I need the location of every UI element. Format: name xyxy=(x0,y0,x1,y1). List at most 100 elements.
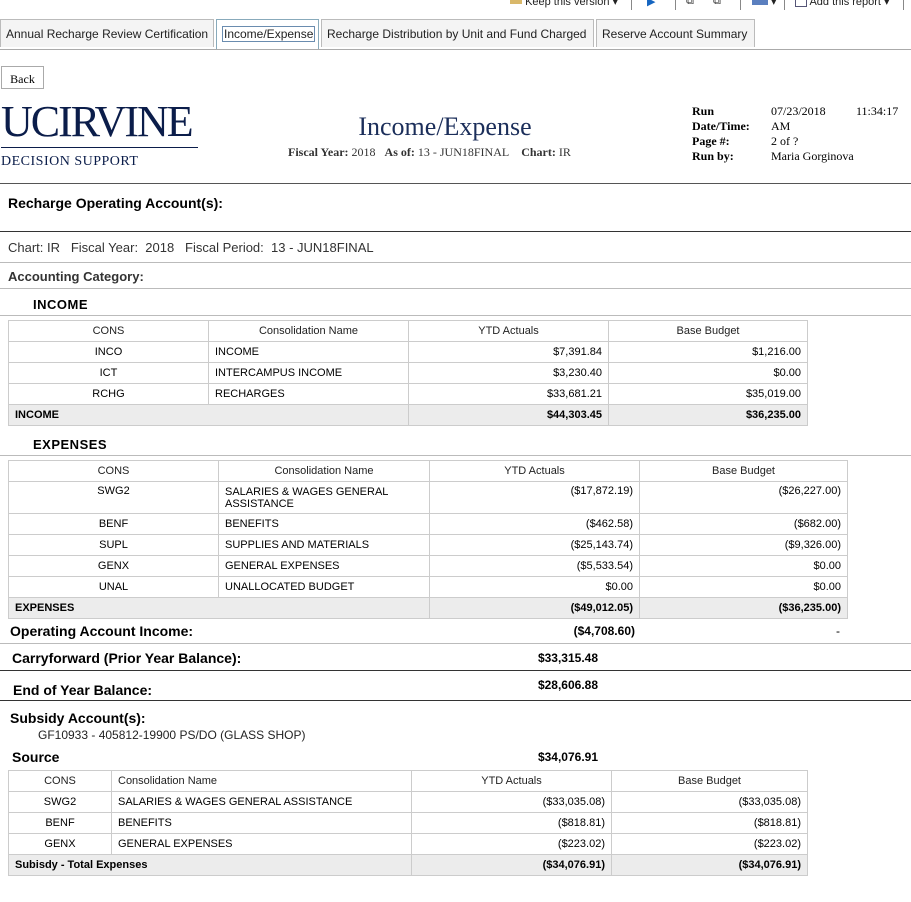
divider xyxy=(0,183,911,184)
total-row: EXPENSES ($49,012.05) ($36,235.00) xyxy=(8,597,848,619)
total-label: Subisdy - Total Expenses xyxy=(8,854,412,876)
tab-label: Annual Recharge Review Certification xyxy=(6,27,209,41)
tab-reserve-summary[interactable]: Reserve Account Summary xyxy=(596,19,755,47)
total-label: INCOME xyxy=(8,404,409,426)
tab-annual-recharge[interactable]: Annual Recharge Review Certification xyxy=(0,19,214,47)
runby-value: Maria Gorginova xyxy=(771,149,854,163)
cell-budget: ($818.81) xyxy=(611,812,808,834)
source-label: Source xyxy=(12,749,60,765)
cell-ytd: ($33,035.08) xyxy=(411,791,612,813)
cell-cons: SWG2 xyxy=(8,481,219,514)
col-cons: CONS xyxy=(8,460,219,482)
paste-icon[interactable]: ⧉ xyxy=(713,0,721,8)
table-row: BENF BENEFITS ($818.81) ($818.81) xyxy=(8,812,808,834)
tab-label: Reserve Account Summary xyxy=(602,27,748,41)
chart-label: Chart: xyxy=(521,145,556,159)
op-income-value: ($4,708.60) xyxy=(573,624,635,638)
cell-budget: ($9,326.00) xyxy=(639,534,848,556)
cell-ytd: ($818.81) xyxy=(411,812,612,834)
col-consolidation-name: Consolidation Name xyxy=(111,770,412,792)
cell-budget: $1,216.00 xyxy=(608,341,808,363)
keep-version-menu[interactable]: Keep this version ▾ xyxy=(510,0,618,8)
section-title: Recharge Operating Account(s): xyxy=(8,195,223,211)
subsidy-table: CONS Consolidation Name YTD Actuals Base… xyxy=(8,770,808,876)
copy-icon[interactable]: ⧉ xyxy=(686,0,694,8)
table-header-row: CONS Consolidation Name YTD Actuals Base… xyxy=(8,320,808,342)
col-consolidation-name: Consolidation Name xyxy=(218,460,430,482)
document-icon xyxy=(795,0,807,7)
run-ampm: AM xyxy=(771,119,791,133)
pencil-icon xyxy=(510,0,522,4)
divider xyxy=(0,455,911,456)
cell-ytd: $3,230.40 xyxy=(408,362,609,384)
back-button[interactable]: Back xyxy=(1,66,44,89)
add-report-menu[interactable]: Add this report ▾ xyxy=(795,0,890,8)
cell-cons: SUPL xyxy=(8,534,219,556)
cell-cons: UNAL xyxy=(8,576,219,598)
total-budget: ($34,076.91) xyxy=(611,854,808,876)
total-ytd: ($49,012.05) xyxy=(429,597,640,619)
divider xyxy=(0,700,911,701)
page-number: 2 of ? xyxy=(771,134,799,148)
cell-budget: ($223.02) xyxy=(611,833,808,855)
cell-ytd: $33,681.21 xyxy=(408,383,609,405)
run-icon[interactable]: ▶ xyxy=(647,0,655,8)
logo-ucirvine: UCIRVINE xyxy=(1,97,194,146)
fy-value: 2018 xyxy=(351,145,376,159)
table-row: SUPL SUPPLIES AND MATERIALS ($25,143.74)… xyxy=(8,534,848,556)
total-row: Subisdy - Total Expenses ($34,076.91) ($… xyxy=(8,854,808,876)
html-format-icon[interactable]: ▾ xyxy=(752,0,777,8)
cell-ytd: ($25,143.74) xyxy=(429,534,640,556)
logo-decision-support: DECISION SUPPORT xyxy=(1,154,139,169)
accounting-category: Accounting Category: xyxy=(8,269,144,284)
income-heading: INCOME xyxy=(33,297,88,312)
cell-name: INCOME xyxy=(208,341,409,363)
asof-label: As of: xyxy=(384,145,415,159)
tab-recharge-distribution[interactable]: Recharge Distribution by Unit and Fund C… xyxy=(321,19,594,47)
cell-budget: $0.00 xyxy=(639,576,848,598)
total-ytd: $44,303.45 xyxy=(408,404,609,426)
cell-budget: $0.00 xyxy=(608,362,808,384)
eoy-label: End of Year Balance: xyxy=(13,682,153,698)
expenses-heading: EXPENSES xyxy=(33,437,108,452)
cell-budget: $35,019.00 xyxy=(608,383,808,405)
context-line: Chart: IR Fiscal Year: 2018 Fiscal Perio… xyxy=(8,240,374,255)
cell-ytd: ($17,872.19) xyxy=(429,481,640,514)
keep-version-label: Keep this version xyxy=(525,0,610,8)
carryforward-label: Carryforward (Prior Year Balance): xyxy=(12,650,242,666)
cell-name: GENERAL EXPENSES xyxy=(111,833,412,855)
tab-income-expense[interactable]: Income/Expense xyxy=(216,19,319,49)
cell-name: GENERAL EXPENSES xyxy=(218,555,430,577)
cell-cons: GENX xyxy=(8,555,219,577)
cell-name: SUPPLIES AND MATERIALS xyxy=(218,534,430,556)
divider xyxy=(0,288,911,289)
col-consolidation-name: Consolidation Name xyxy=(208,320,409,342)
table-row: UNAL UNALLOCATED BUDGET $0.00 $0.00 xyxy=(8,576,848,598)
table-header-row: CONS Consolidation Name YTD Actuals Base… xyxy=(8,460,848,482)
expenses-table: CONS Consolidation Name YTD Actuals Base… xyxy=(8,460,848,619)
asof-value: 13 - JUN18FINAL xyxy=(417,145,510,159)
runby-label: Run by: xyxy=(692,149,734,163)
cell-cons: RCHG xyxy=(8,383,209,405)
table-row: SWG2 SALARIES & WAGES GENERAL ASSISTANCE… xyxy=(8,481,848,514)
total-label: EXPENSES xyxy=(8,597,430,619)
cell-name: BENEFITS xyxy=(111,812,412,834)
divider xyxy=(0,231,911,232)
source-value: $34,076.91 xyxy=(537,750,598,764)
cell-cons: BENF xyxy=(8,513,219,535)
run-date: 07/23/2018 xyxy=(771,104,826,118)
col-ytd-actuals: YTD Actuals xyxy=(411,770,612,792)
income-table: CONS Consolidation Name YTD Actuals Base… xyxy=(8,320,808,426)
divider xyxy=(0,643,911,644)
chart-value: IR xyxy=(558,145,571,159)
report-tabs: Annual Recharge Review Certification Inc… xyxy=(0,18,911,50)
cell-cons: BENF xyxy=(8,812,112,834)
table-row: SWG2 SALARIES & WAGES GENERAL ASSISTANCE… xyxy=(8,791,808,813)
cell-name: SALARIES & WAGES GENERAL ASSISTANCE xyxy=(218,481,430,514)
report-subtitle: Fiscal Year: 2018 As of: 13 - JUN18FINAL… xyxy=(288,145,571,160)
add-report-label: Add this report xyxy=(809,0,881,8)
total-row: INCOME $44,303.45 $36,235.00 xyxy=(8,404,808,426)
col-base-budget: Base Budget xyxy=(639,460,848,482)
cell-cons: GENX xyxy=(8,833,112,855)
subsidy-title: Subsidy Account(s): xyxy=(10,710,146,726)
